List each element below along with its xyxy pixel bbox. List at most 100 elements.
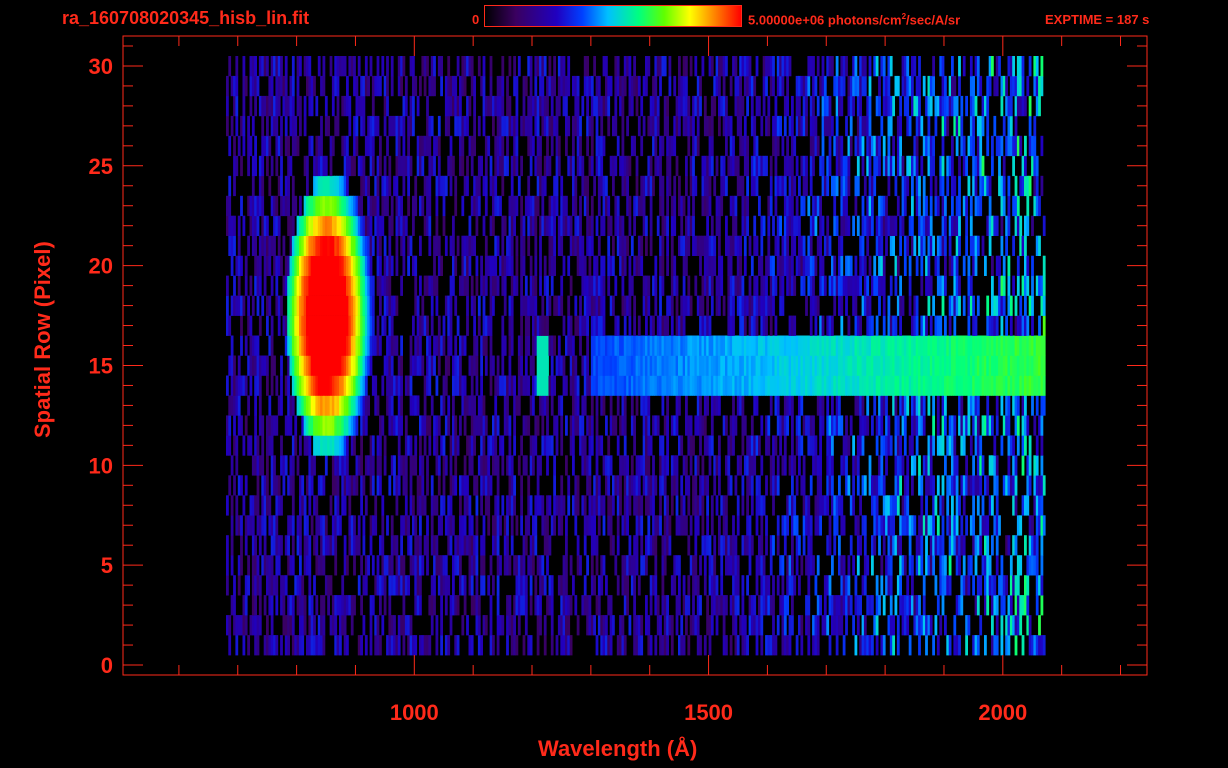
heatmap-cell (506, 375, 509, 396)
heatmap-cell (258, 255, 262, 276)
heatmap-cell (614, 335, 618, 356)
heatmap-cell (929, 275, 933, 296)
heatmap-cell (529, 635, 533, 656)
heatmap-cell (816, 615, 820, 636)
heatmap-cell (388, 555, 392, 576)
heatmap-cell (1033, 375, 1037, 396)
heatmap-cell (993, 435, 997, 456)
heatmap-cell (593, 315, 596, 336)
heatmap-cell (480, 535, 483, 556)
heatmap-cell (1024, 415, 1027, 436)
heatmap-cell (687, 495, 691, 516)
heatmap-cell (543, 255, 547, 276)
heatmap-cell (388, 575, 392, 596)
heatmap-cell (602, 315, 606, 336)
heatmap-cell (1002, 415, 1006, 436)
heatmap-cell (228, 355, 232, 376)
heatmap-cell (1033, 355, 1037, 376)
heatmap-cell (915, 295, 919, 316)
heatmap-cell (593, 575, 596, 596)
heatmap-cell (1031, 255, 1034, 276)
heatmap-cell (1012, 195, 1015, 217)
heatmap-cell (515, 395, 519, 416)
heatmap-cell (496, 595, 500, 616)
heatmap-cell (357, 275, 361, 296)
heatmap-cell (348, 415, 352, 436)
heatmap-cell (524, 575, 528, 596)
heatmap-cell (955, 355, 959, 376)
heatmap-cell (541, 295, 545, 316)
heatmap-cell (746, 295, 749, 316)
heatmap-cell (258, 615, 262, 636)
heatmap-cell (261, 435, 265, 456)
heatmap-cell (670, 615, 674, 636)
heatmap-cell (685, 355, 688, 376)
heatmap-cell (357, 395, 361, 416)
heatmap-cell (685, 595, 688, 616)
heatmap-cell (998, 375, 1001, 396)
heatmap-cell (953, 435, 957, 456)
heatmap-cell (903, 355, 907, 376)
heatmap-cell (781, 255, 785, 276)
heatmap-cell (845, 575, 848, 596)
heatmap-cell (508, 555, 512, 576)
heatmap-cell (788, 395, 792, 416)
heatmap-cell (880, 275, 884, 296)
heatmap-cell (762, 595, 766, 616)
heatmap-cell (301, 615, 305, 636)
heatmap-cell (788, 255, 792, 276)
heatmap-cell (275, 595, 279, 616)
heatmap-cell (520, 195, 523, 217)
heatmap-cell (247, 395, 250, 416)
heatmap-cell (807, 275, 811, 296)
heatmap-cell (282, 475, 286, 496)
heatmap-cell (362, 515, 366, 536)
heatmap-cell (781, 295, 785, 316)
heatmap-cell (889, 515, 893, 536)
heatmap-cell (529, 495, 533, 516)
heatmap-cell (795, 635, 799, 656)
heatmap-cell (694, 455, 698, 476)
heatmap-cell (798, 355, 801, 376)
heatmap-cell (967, 475, 971, 496)
heatmap-cell (397, 615, 401, 636)
heatmap-cell (932, 555, 935, 576)
heatmap-cell (371, 235, 375, 256)
heatmap-cell (871, 595, 874, 616)
heatmap-cell (527, 495, 531, 516)
heatmap-cell (929, 315, 933, 336)
heatmap-cell (242, 295, 246, 316)
heatmap-cell (588, 495, 592, 516)
heatmap-cell (595, 255, 599, 276)
heatmap-cell (1016, 335, 1020, 356)
heatmap-cell (484, 275, 488, 296)
heatmap-cell (532, 315, 535, 336)
heatmap-cell (572, 415, 575, 436)
heatmap-cell (463, 275, 467, 296)
heatmap-cell (341, 315, 345, 336)
heatmap-cell (772, 355, 775, 376)
heatmap-cell (798, 435, 801, 456)
heatmap-cell (277, 215, 281, 236)
heatmap-cell (322, 375, 326, 396)
heatmap-cell (506, 395, 509, 416)
heatmap-cell (696, 615, 700, 636)
heatmap-cell (955, 475, 959, 496)
heatmap-cell (732, 375, 735, 396)
heatmap-cell (423, 495, 427, 516)
heatmap-cell (371, 195, 375, 217)
heatmap-cell (906, 455, 910, 476)
heatmap-cell (534, 295, 538, 316)
heatmap-cell (838, 615, 841, 636)
heatmap-cell (463, 535, 467, 556)
heatmap-cell (831, 555, 834, 576)
heatmap-cell (501, 235, 505, 256)
heatmap-cell (435, 335, 439, 356)
heatmap-cell (767, 335, 771, 356)
heatmap-cell (845, 595, 848, 616)
heatmap-cell (550, 375, 554, 396)
heatmap-cell (1014, 455, 1018, 476)
heatmap-cell (270, 355, 274, 376)
heatmap-cell (423, 275, 427, 296)
heatmap-cell (701, 455, 705, 476)
